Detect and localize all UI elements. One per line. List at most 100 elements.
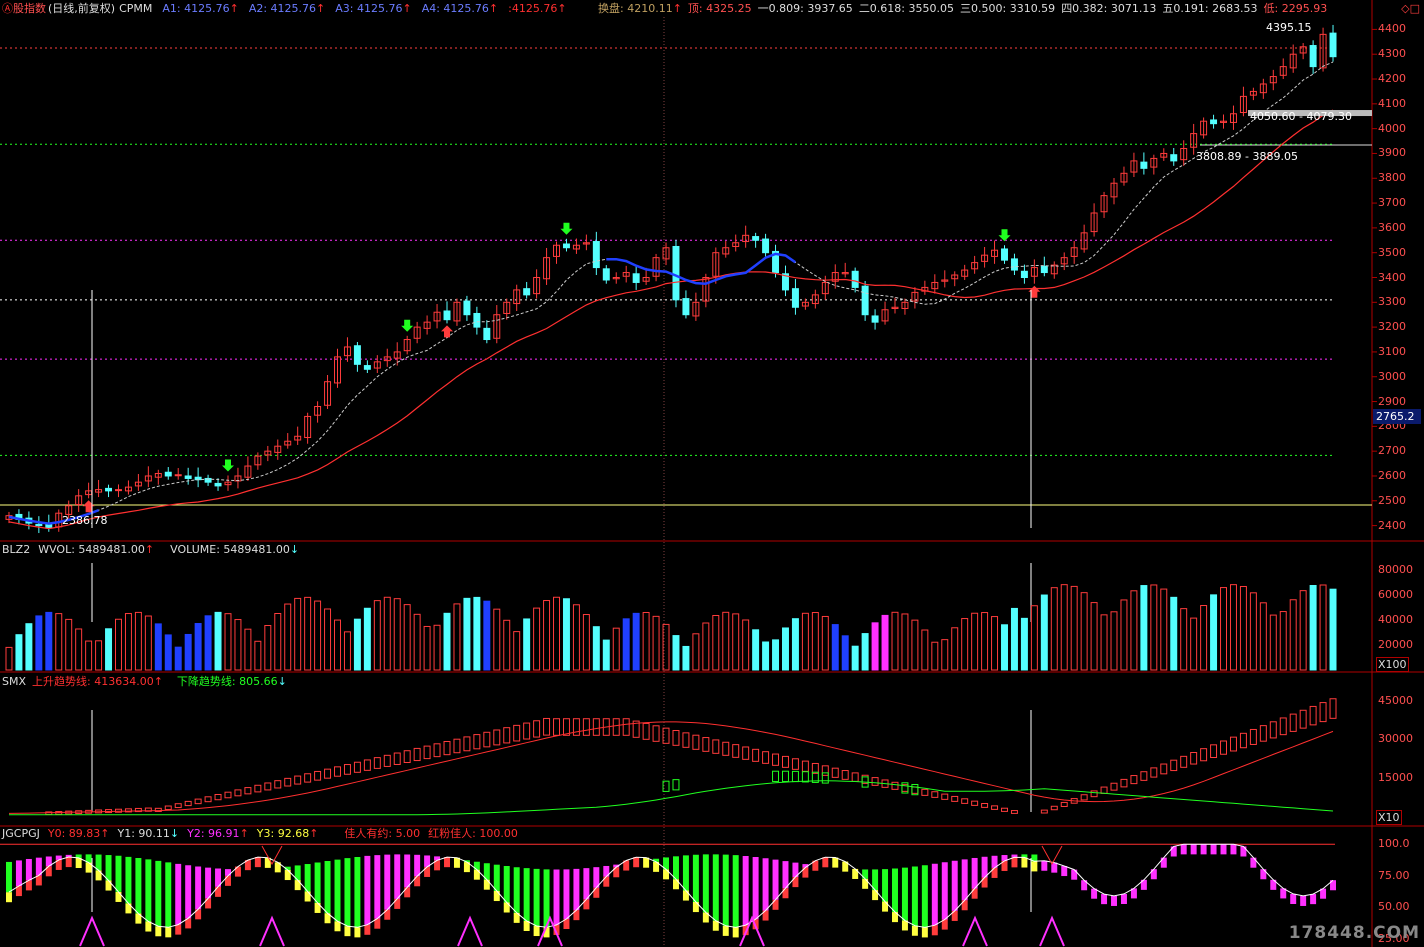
volume-bar — [5, 646, 13, 671]
volume-bar — [1170, 596, 1178, 671]
volume-bar — [334, 619, 341, 671]
smx-down-bar — [672, 779, 680, 791]
chart-mode: (日线,前复权) — [48, 2, 116, 15]
window-toggle-icon[interactable]: ◇□ — [1401, 2, 1420, 15]
buy-signal-icon — [441, 325, 454, 338]
smx-up-bar — [971, 800, 979, 806]
candle-body — [1309, 45, 1317, 68]
volume-bar — [513, 631, 521, 671]
smx-tick-label: 45000 — [1378, 693, 1413, 707]
volume-bar — [1001, 624, 1008, 671]
smx-up-bar — [1130, 775, 1138, 785]
volume-bar — [453, 603, 461, 671]
price-tick-label: 3900 — [1378, 146, 1406, 160]
smx-up-bar — [1040, 809, 1048, 814]
volume-bar — [134, 611, 142, 671]
volume-bar — [314, 600, 322, 671]
volume-bar — [1319, 584, 1327, 671]
smx-up-bar — [991, 805, 999, 810]
smx-up-bar — [204, 796, 212, 803]
volume-bar — [194, 623, 202, 671]
volume-bar — [901, 613, 909, 671]
volume-bar — [493, 608, 501, 671]
smx-up-bar — [1190, 752, 1198, 765]
smx-up-bar — [652, 725, 660, 742]
volume-bar — [254, 640, 262, 671]
jg-y0: Y0: 89.83↑ — [47, 827, 110, 840]
sell-signal-icon — [401, 319, 414, 332]
candle-body — [353, 345, 361, 365]
volume-tick-label: 80000 — [1378, 562, 1413, 576]
price-tick-label: 3800 — [1378, 171, 1406, 185]
jg-signal-triangle — [259, 915, 285, 947]
smx-down-bar — [772, 770, 780, 782]
price-tick-label: 3200 — [1378, 320, 1406, 334]
smx-up-bar — [702, 737, 710, 752]
smx-down-line — [9, 780, 1334, 816]
wvol-value: WVOL: 5489481.00↑ — [38, 543, 155, 556]
volume-bar — [592, 626, 600, 671]
candle-body — [483, 327, 491, 341]
smx-up-bar — [951, 795, 959, 802]
ma-short-line — [8, 61, 1334, 525]
volume-bar — [1100, 614, 1108, 671]
sell-signal-icon — [560, 222, 573, 235]
smx-up-bar — [592, 718, 600, 736]
smx-up-bar — [871, 777, 879, 786]
smx-up-bar — [543, 717, 551, 736]
pan-value: 换盘: 4210.11↑ — [598, 2, 682, 15]
smx-up-bar — [732, 744, 740, 758]
a4-value: A4: 4125.76↑ — [421, 2, 499, 15]
volume-tick-label: 40000 — [1378, 612, 1413, 626]
smx-up-bar — [981, 803, 989, 808]
volume-bar — [114, 618, 122, 671]
smx-up-bar — [961, 798, 969, 804]
smx-up-bar — [264, 782, 272, 791]
smx-up-bar — [712, 739, 720, 754]
jg-signal-triangle — [457, 915, 483, 947]
smx-up-bar — [1120, 778, 1128, 788]
jg-tick-label: 100.0 — [1378, 837, 1410, 851]
volume-bar — [831, 624, 839, 671]
smx-up-bar — [403, 750, 411, 764]
volume-bar — [612, 627, 620, 671]
volume-bar — [224, 613, 232, 671]
candle-body — [473, 312, 481, 328]
volume-bar — [184, 633, 192, 671]
chart-canvas[interactable] — [0, 0, 1424, 947]
volume-bar — [413, 613, 421, 671]
smx-up-bar — [234, 789, 242, 797]
volume-bar — [672, 635, 680, 671]
smx-up-bar — [742, 746, 750, 760]
volume-bar — [742, 619, 750, 671]
volume-bar — [35, 615, 43, 671]
smx-up-bar — [493, 729, 501, 746]
smx-up-bar — [314, 770, 322, 781]
sell-signal-icon — [998, 229, 1011, 242]
candle-body — [105, 487, 113, 492]
smx-up-bar — [1229, 736, 1237, 752]
fib-0191: 五0.191: 2683.53 — [1162, 2, 1258, 15]
volume-bar — [533, 607, 541, 671]
volume-bar — [1329, 588, 1337, 671]
smx-up-bar — [1150, 767, 1158, 778]
candle-body — [363, 365, 371, 370]
candle-body — [174, 474, 182, 477]
volume-bar — [702, 622, 710, 671]
smx-down-bar — [791, 770, 799, 783]
smx-down-value: 下降趋势线: 805.66↓ — [176, 675, 287, 688]
smx-up-bar — [343, 764, 351, 775]
volume-bar — [1220, 587, 1228, 671]
jg-tick-label: 75.00 — [1378, 868, 1410, 882]
volume-bar — [1180, 608, 1188, 671]
volume-bar — [443, 612, 451, 671]
volume-bar — [204, 615, 212, 671]
smx-up-bar — [752, 748, 760, 762]
smx-up-bar — [921, 788, 929, 796]
price-tick-label: 3600 — [1378, 220, 1406, 234]
jg-y1: Y1: 90.11↓ — [117, 827, 180, 840]
volume-bar — [881, 614, 889, 671]
price-tick-label: 4200 — [1378, 72, 1406, 86]
jg-signal-triangle — [962, 915, 988, 947]
smx-up-bar — [1080, 794, 1088, 801]
